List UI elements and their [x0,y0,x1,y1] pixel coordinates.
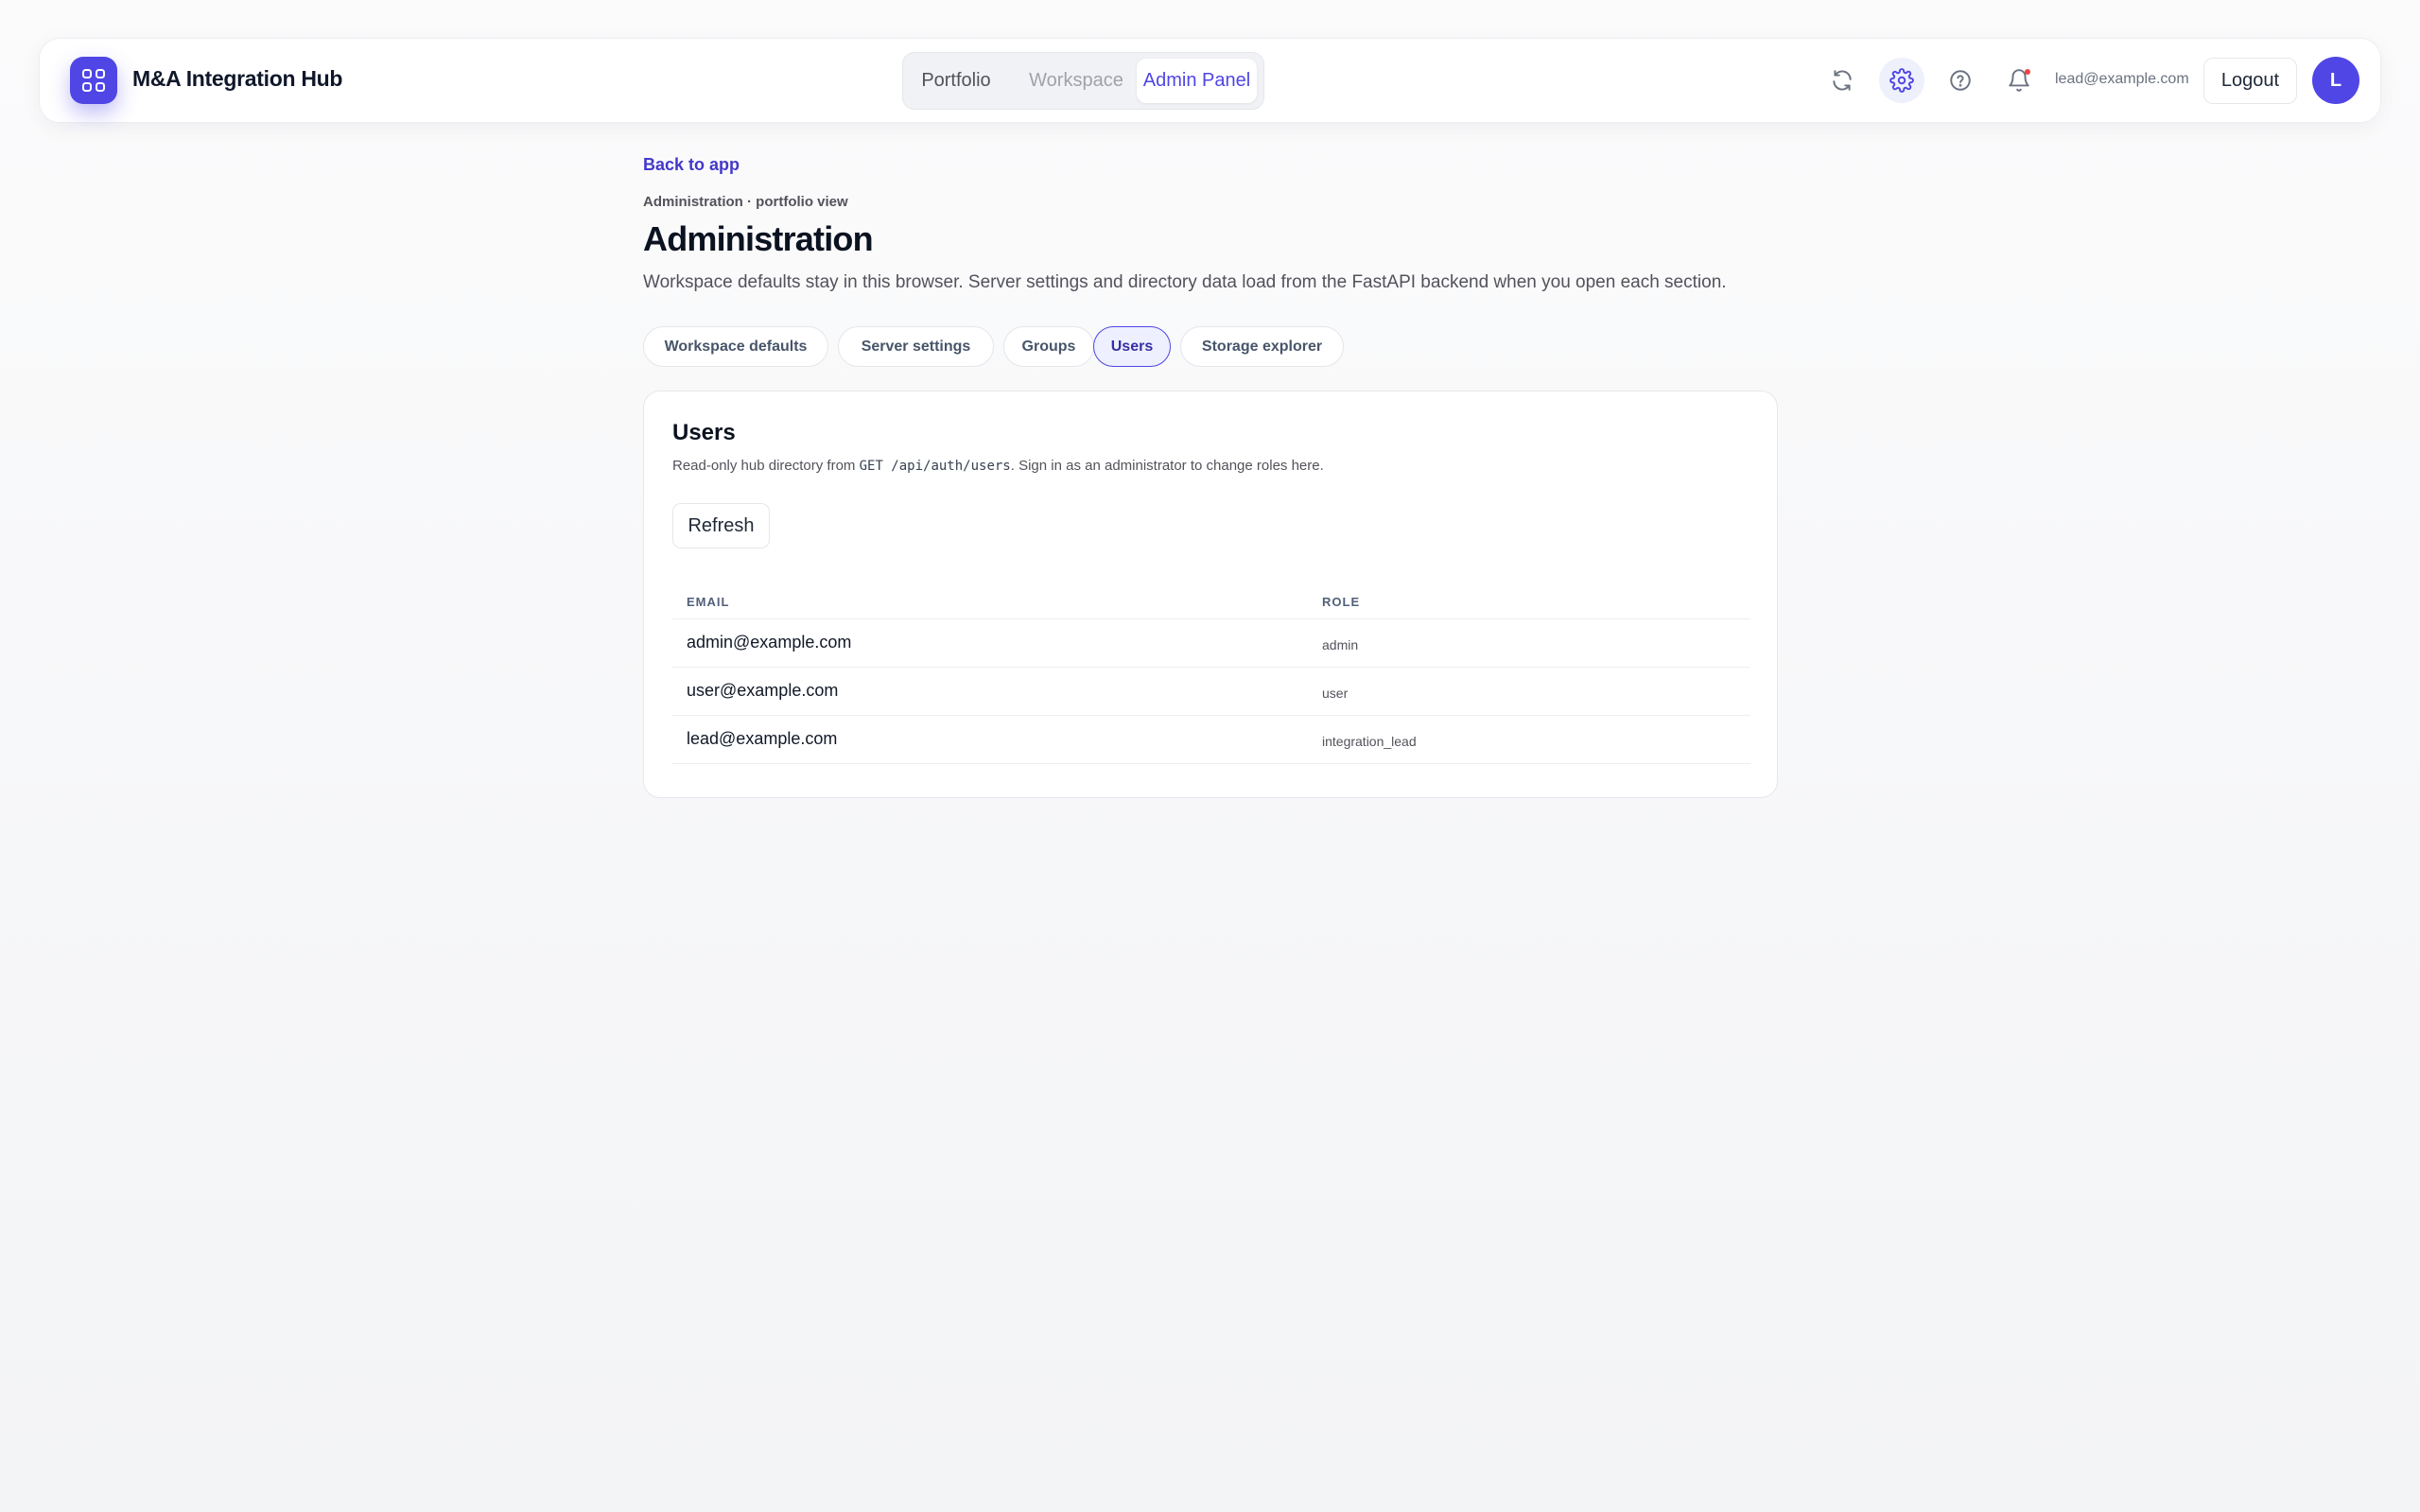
api-endpoint-code: GET /api/auth/users [859,459,1011,474]
tab-workspace[interactable]: Workspace [1027,59,1125,103]
users-table: Email Role admin@example.com admin user@… [672,585,1750,764]
tab-users[interactable]: Users [1093,326,1171,367]
column-header-role[interactable]: Role [1308,585,1750,619]
main-nav: Portfolio Workspace Admin Panel [902,52,1264,110]
avatar[interactable]: L [2312,57,2359,104]
refresh-users-button[interactable]: Refresh [672,503,770,548]
user-email-cell: lead@example.com [672,715,1308,764]
page-title: Administration [643,219,874,258]
user-role-cell: user [1308,667,1750,716]
help-icon [1950,70,1971,91]
description-text-end: . Sign in as an administrator to change … [1010,458,1324,474]
notification-dot [2025,69,2030,75]
tab-server-settings[interactable]: Server settings [838,326,994,367]
description-text: Read-only hub directory from [672,458,860,474]
user-role-cell: integration_lead [1308,715,1750,764]
table-header-row: Email Role [672,585,1750,619]
user-role-cell: admin [1308,618,1750,668]
help-button[interactable] [1938,58,1983,103]
user-email: lead@example.com [2055,71,2189,87]
logout-button[interactable]: Logout [2203,58,2297,104]
grid-icon [82,69,105,92]
tab-admin-panel[interactable]: Admin Panel [1137,59,1257,103]
users-card: Users Read-only hub directory from GET /… [643,391,1778,798]
section-tabs: Workspace defaults Server settings Group… [643,326,1778,367]
back-to-app-link[interactable]: Back to app [643,155,740,175]
column-header-email[interactable]: Email [672,585,1308,619]
settings-icon [1889,68,1914,93]
user-email-cell: admin@example.com [672,618,1308,668]
refresh-icon [1833,70,1852,91]
refresh-button[interactable] [1819,58,1865,103]
table-row[interactable]: admin@example.com admin [672,618,1750,668]
tab-storage-explorer[interactable]: Storage explorer [1180,326,1344,367]
card-description: Read-only hub directory from GET /api/au… [672,458,1324,474]
table-row[interactable]: user@example.com user [672,667,1750,716]
tab-workspace-defaults[interactable]: Workspace defaults [643,326,828,367]
app-title: M&A Integration Hub [132,66,343,91]
tab-portfolio[interactable]: Portfolio [916,59,996,103]
breadcrumb: Administration · portfolio view [643,194,848,210]
table-row[interactable]: lead@example.com integration_lead [672,715,1750,764]
card-title: Users [672,420,736,445]
settings-button[interactable] [1879,58,1924,103]
tab-groups[interactable]: Groups [1003,326,1094,367]
top-bar: M&A Integration Hub Portfolio Workspace … [39,38,2381,123]
page-subtitle: Workspace defaults stay in this browser.… [643,272,1727,292]
notifications-button[interactable] [1996,58,2042,103]
app-logo[interactable] [70,57,117,104]
user-email-cell: user@example.com [672,667,1308,716]
